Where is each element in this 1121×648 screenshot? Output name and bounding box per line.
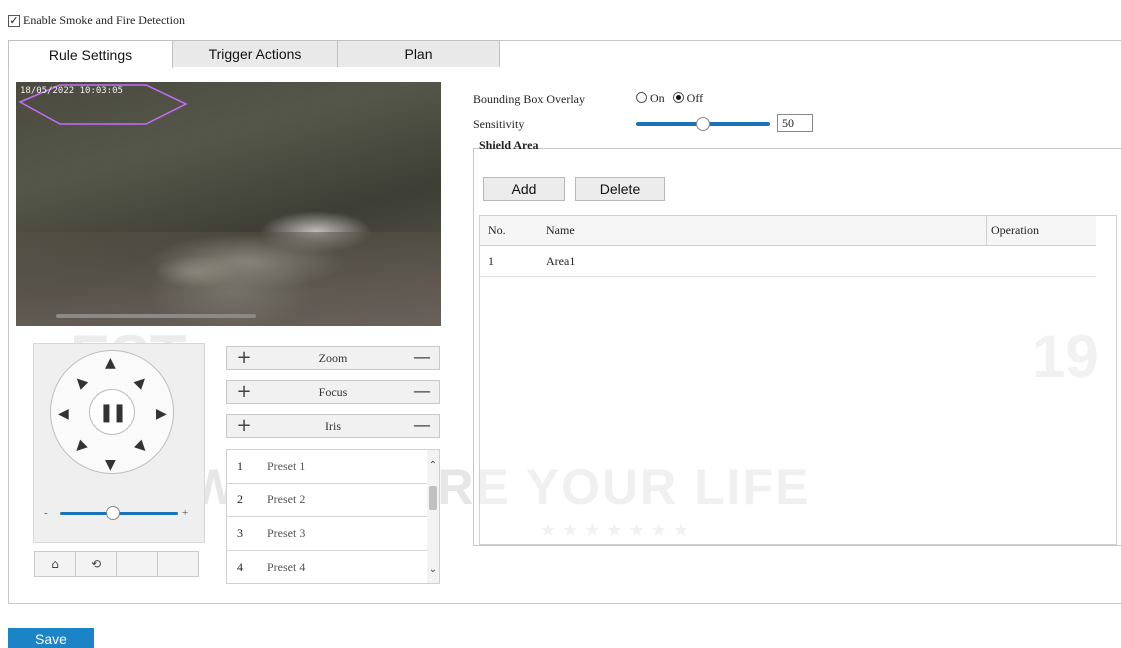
video-timestamp: 18/05/2022 10:03:05	[20, 86, 123, 96]
save-button[interactable]: Save	[8, 628, 94, 648]
3d-positioning-icon[interactable]: ⟲	[75, 551, 117, 577]
list-item[interactable]: 4 Preset 4	[227, 551, 430, 585]
delete-button[interactable]: Delete	[575, 177, 665, 201]
arrow-down-icon[interactable]: ▼	[105, 458, 116, 472]
zoom-in-button[interactable]: +	[227, 347, 261, 369]
ptz-pause-button[interactable]: ❚❚	[89, 389, 135, 435]
iris-close-button[interactable]: —	[405, 415, 439, 437]
ptz-toolbar: ⌂ ⟲	[34, 551, 199, 577]
table-row[interactable]: 1 Area1	[480, 247, 1096, 277]
chevron-down-icon[interactable]: ⌄	[427, 564, 439, 575]
preset-name: Preset 3	[267, 525, 306, 540]
focus-far-button[interactable]: —	[405, 381, 439, 403]
tab-plan[interactable]: Plan	[337, 40, 500, 67]
row-no: 1	[488, 254, 494, 268]
live-video[interactable]: 18/05/2022 10:03:05	[16, 82, 441, 326]
zoom-control: + Zoom —	[226, 346, 440, 370]
zoom-label: Zoom	[318, 350, 348, 365]
sensitivity-label: Sensitivity	[473, 117, 525, 131]
video-progress-bar	[56, 314, 256, 318]
lock-screen-icon[interactable]: ⌂	[34, 551, 76, 577]
arrow-right-icon[interactable]: ▶	[156, 407, 167, 421]
pause-icon: ❚❚	[98, 401, 127, 423]
speed-track[interactable]	[60, 505, 178, 520]
add-button[interactable]: Add	[483, 177, 565, 201]
list-item[interactable]: 3 Preset 3	[227, 517, 430, 551]
radio-on[interactable]	[636, 92, 647, 103]
preset-scrollbar[interactable]: ⌃ ⌄	[427, 450, 439, 583]
preset-name: Preset 1	[267, 458, 306, 473]
iris-label: Iris	[325, 418, 341, 433]
sensitivity-input[interactable]: 50	[777, 114, 813, 132]
preset-list: 1 Preset 1 2 Preset 2 3 Preset 3 4 Prese…	[226, 449, 440, 584]
focus-control: + Focus —	[226, 380, 440, 404]
list-item[interactable]: 2 Preset 2	[227, 484, 430, 517]
ptz-tool-empty-2[interactable]	[157, 551, 199, 577]
tab-bar: Rule Settings Trigger Actions Plan	[8, 40, 500, 68]
preset-number: 2	[237, 492, 243, 507]
preset-number: 3	[237, 525, 243, 540]
tab-trigger-actions[interactable]: Trigger Actions	[172, 40, 338, 67]
scroll-thumb[interactable]	[429, 486, 437, 510]
speed-knob[interactable]	[106, 505, 121, 520]
speed-min-label: -	[44, 507, 48, 519]
ptz-tool-empty-1[interactable]	[116, 551, 158, 577]
preset-number: 1	[237, 458, 243, 473]
chevron-up-icon[interactable]: ⌃	[427, 460, 439, 471]
preset-name: Preset 2	[267, 492, 306, 507]
list-item[interactable]: 1 Preset 1	[227, 450, 430, 484]
focus-near-button[interactable]: +	[227, 381, 261, 403]
focus-label: Focus	[318, 384, 348, 399]
column-name: Name	[546, 223, 575, 237]
enable-detection[interactable]: ✓ Enable Smoke and Fire Detection	[8, 13, 185, 28]
column-operation: Operation	[986, 215, 1096, 246]
enable-checkbox[interactable]: ✓	[8, 14, 20, 27]
radio-off[interactable]	[672, 92, 684, 103]
sensitivity-slider[interactable]	[636, 117, 770, 131]
row-name: Area1	[546, 254, 576, 268]
enable-label: Enable Smoke and Fire Detection	[23, 13, 185, 27]
iris-open-button[interactable]: +	[227, 415, 261, 437]
zoom-out-button[interactable]: —	[405, 347, 439, 369]
shield-area-title: Shield Area	[479, 138, 539, 152]
overlay-on-option[interactable]: On	[636, 91, 665, 106]
tab-rule-settings[interactable]: Rule Settings	[8, 40, 173, 68]
speed-max-label: +	[182, 507, 189, 519]
sensitivity-knob[interactable]	[696, 117, 710, 131]
preset-number: 4	[237, 559, 243, 574]
iris-control: + Iris —	[226, 414, 440, 438]
overlay-radio-group: On Off	[636, 91, 703, 106]
overlay-off-option[interactable]: Off	[672, 91, 704, 106]
table-header: No. Name Operation	[480, 215, 1096, 246]
arrow-up-icon[interactable]: ▲	[105, 356, 116, 370]
detection-area-polygon[interactable]	[16, 82, 441, 326]
column-no: No.	[488, 223, 506, 237]
overlay-label: Bounding Box Overlay	[473, 92, 585, 106]
off-label: Off	[686, 91, 704, 105]
on-label: On	[650, 91, 665, 105]
shield-area-table: No. Name Operation 1 Area1	[479, 215, 1117, 545]
arrow-left-icon[interactable]: ◀	[58, 407, 69, 421]
preset-name: Preset 4	[267, 559, 306, 574]
ptz-speed-slider[interactable]: - +	[44, 505, 194, 521]
